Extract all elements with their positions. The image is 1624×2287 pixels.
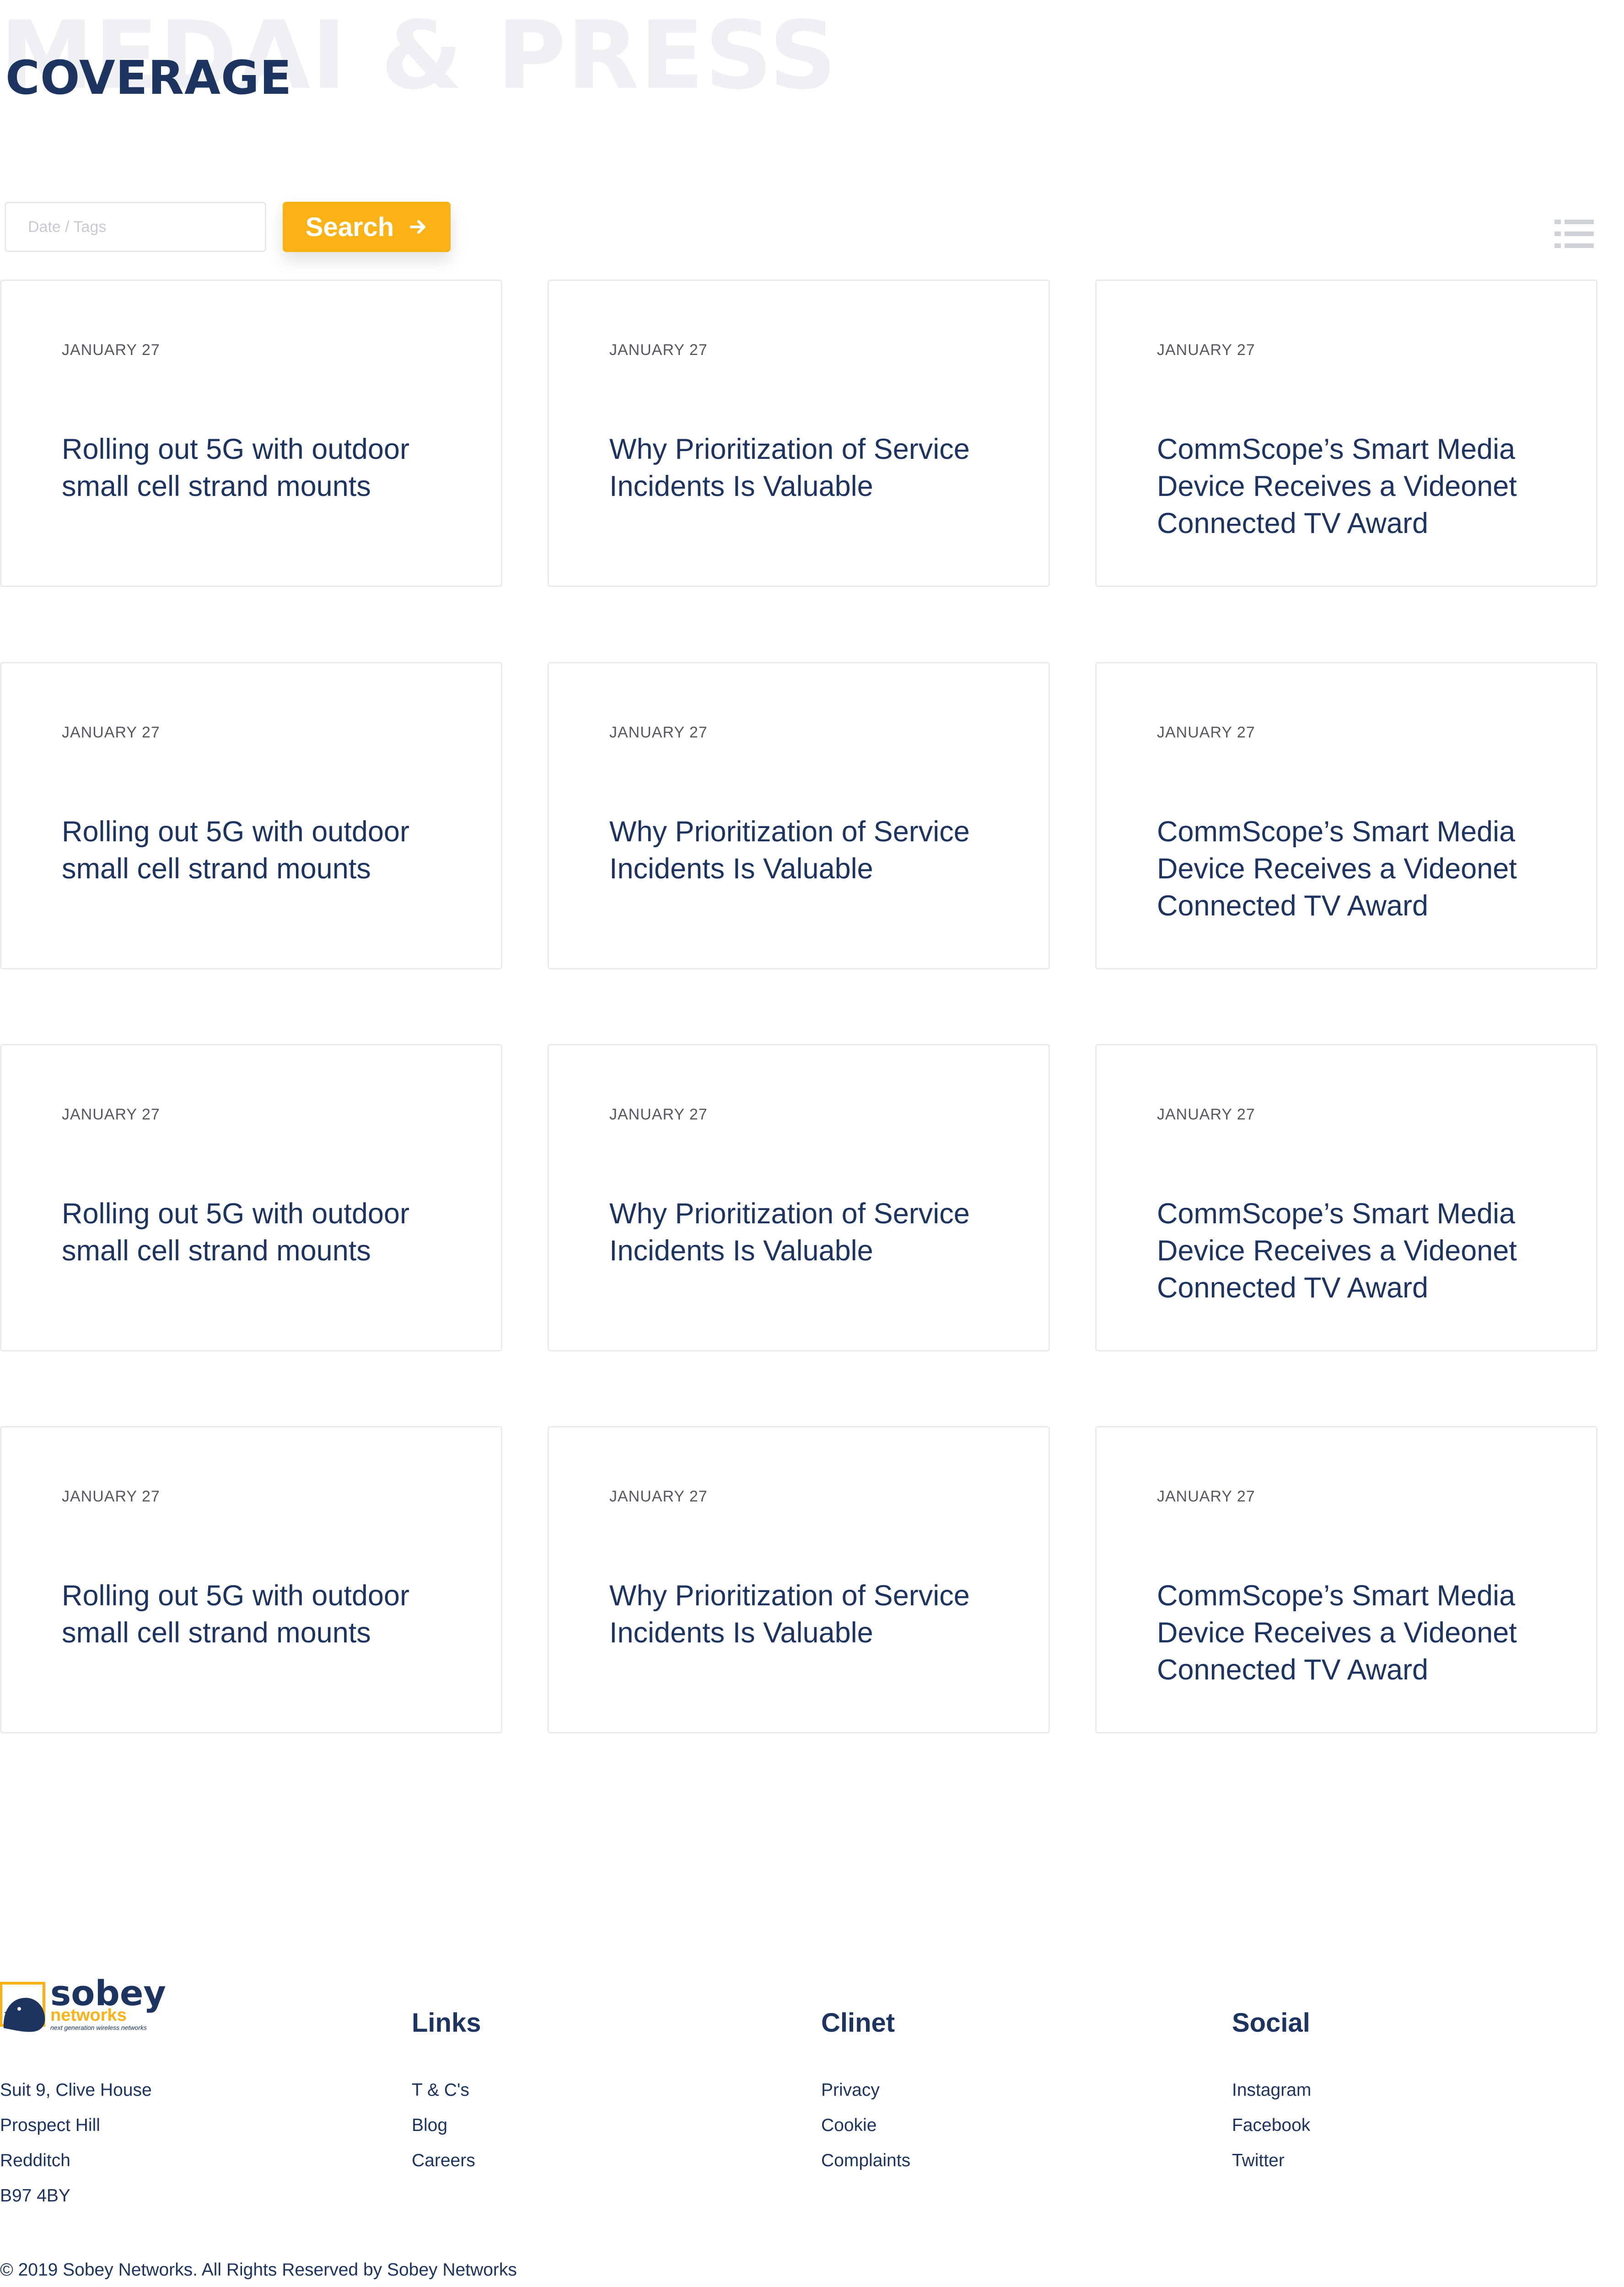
article-card[interactable]: JANUARY 27 Rolling out 5G with outdoor s… [0,280,502,587]
article-date: JANUARY 27 [1157,1488,1255,1505]
footer-heading-social: Social [1232,2008,1310,2038]
list-view-icon[interactable] [1554,220,1594,248]
footer-client-list: Privacy Cookie Complaints [821,2072,910,2178]
footer-link-careers[interactable]: Careers [412,2143,475,2178]
footer-address: Suit 9, Clive House Prospect Hill Reddit… [0,2072,152,2213]
article-date: JANUARY 27 [609,1106,708,1123]
footer-social-list: Instagram Facebook Twitter [1232,2072,1311,2178]
article-title: CommScope’s Smart Media Device Receives … [1157,433,1517,539]
footer-link-facebook[interactable]: Facebook [1232,2108,1311,2143]
article-title: Why Prioritization of Service Incidents … [609,1198,970,1267]
article-card[interactable]: JANUARY 27 Rolling out 5G with outdoor s… [0,1426,502,1733]
article-card[interactable]: JANUARY 27 Why Prioritization of Service… [548,280,1050,587]
address-line: Prospect Hill [0,2115,100,2135]
article-date: JANUARY 27 [62,1488,160,1505]
article-card[interactable]: JANUARY 27 Why Prioritization of Service… [548,662,1050,969]
article-date: JANUARY 27 [1157,1106,1255,1123]
article-date: JANUARY 27 [62,1106,160,1123]
page-title: COVERAGE [5,51,292,105]
article-card[interactable]: JANUARY 27 Why Prioritization of Service… [548,1426,1050,1733]
article-title: Why Prioritization of Service Incidents … [609,1580,970,1649]
search-button-label: Search [305,212,394,242]
footer-links-list: T & C's Blog Careers [412,2072,475,2178]
article-card[interactable]: JANUARY 27 CommScope’s Smart Media Devic… [1095,1426,1597,1733]
article-title: Rolling out 5G with outdoor small cell s… [62,1580,409,1649]
article-title: CommScope’s Smart Media Device Receives … [1157,816,1517,922]
article-card[interactable]: JANUARY 27 Why Prioritization of Service… [548,1044,1050,1351]
article-title: Why Prioritization of Service Incidents … [609,433,970,502]
article-card[interactable]: JANUARY 27 Rolling out 5G with outdoor s… [0,662,502,969]
article-card[interactable]: JANUARY 27 CommScope’s Smart Media Devic… [1095,280,1597,587]
article-title: Rolling out 5G with outdoor small cell s… [62,433,409,502]
footer-link-privacy[interactable]: Privacy [821,2072,910,2108]
article-title: CommScope’s Smart Media Device Receives … [1157,1198,1517,1304]
page: MEDAI & PRESS COVERAGE Search JANUARY 27… [0,0,1624,2287]
footer-link-instagram[interactable]: Instagram [1232,2072,1311,2108]
article-title: Rolling out 5G with outdoor small cell s… [62,816,409,885]
address-line: Redditch [0,2151,70,2170]
article-title: Why Prioritization of Service Incidents … [609,816,970,885]
footer-link-terms[interactable]: T & C's [412,2072,475,2108]
address-line: B97 4BY [0,2186,70,2206]
article-date: JANUARY 27 [609,724,708,741]
article-date: JANUARY 27 [1157,724,1255,741]
footer-heading-links: Links [412,2008,481,2038]
copyright-text: © 2019 Sobey Networks. All Rights Reserv… [0,2260,517,2280]
footer-link-twitter[interactable]: Twitter [1232,2143,1311,2178]
logo-sub: networks [50,2006,127,2025]
footer-link-complaints[interactable]: Complaints [821,2143,910,2178]
footer-heading-client: Clinet [821,2008,895,2038]
article-card[interactable]: JANUARY 27 CommScope’s Smart Media Devic… [1095,662,1597,969]
article-date: JANUARY 27 [609,341,708,359]
sobey-networks-logo[interactable]: sobey networks next generation wireless … [0,1974,169,2034]
article-title: CommScope’s Smart Media Device Receives … [1157,1580,1517,1686]
article-card[interactable]: JANUARY 27 CommScope’s Smart Media Devic… [1095,1044,1597,1351]
article-date: JANUARY 27 [62,341,160,359]
footer-link-cookie[interactable]: Cookie [821,2108,910,2143]
search-button[interactable]: Search [283,202,451,252]
article-date: JANUARY 27 [62,724,160,741]
search-input[interactable] [5,202,266,252]
article-title: Rolling out 5G with outdoor small cell s… [62,1198,409,1267]
arrow-right-icon [410,220,426,234]
logo-tagline: next generation wireless networks [50,2024,147,2031]
footer-link-blog[interactable]: Blog [412,2108,475,2143]
address-line: Suit 9, Clive House [0,2080,152,2100]
article-date: JANUARY 27 [1157,341,1255,359]
article-card[interactable]: JANUARY 27 Rolling out 5G with outdoor s… [0,1044,502,1351]
article-date: JANUARY 27 [609,1488,708,1505]
